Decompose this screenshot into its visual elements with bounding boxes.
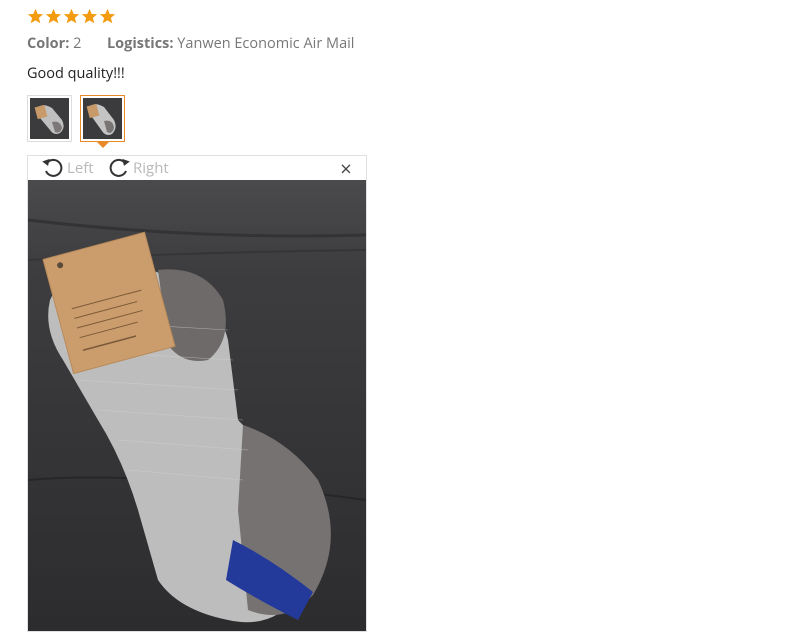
selected-caret [96, 142, 109, 148]
rotate-left-label: Left [67, 158, 94, 178]
photo-viewer: Left Right × [27, 155, 367, 632]
close-icon: × [340, 155, 352, 182]
color-label: Color: [27, 34, 70, 53]
logistics-label: Logistics: [106, 34, 174, 53]
viewer-toolbar: Left Right × [28, 156, 366, 181]
logistics-value: Yanwen Economic Air Mail [177, 34, 355, 53]
star-icon [27, 8, 44, 24]
order-info: Color: 2 Logistics: Yanwen Economic Air … [27, 34, 354, 53]
star-icon [63, 8, 80, 24]
review-photo-large [28, 180, 366, 631]
star-icon [99, 8, 116, 24]
rotate-left-icon [42, 158, 63, 177]
thumbnail-2[interactable] [80, 95, 125, 148]
rotate-right-button[interactable]: Right [106, 156, 169, 180]
thumbnail-image [30, 98, 69, 139]
star-icon [45, 8, 62, 24]
photo-thumbnails [27, 95, 125, 148]
color-value: 2 [73, 34, 82, 53]
rotate-left-button[interactable]: Left [40, 156, 94, 180]
star-icon [81, 8, 98, 24]
rotate-right-icon [109, 158, 130, 177]
review-comment: Good quality!!! [27, 64, 125, 83]
rotate-right-label: Right [133, 158, 169, 178]
star-rating [27, 8, 116, 26]
close-button[interactable]: × [338, 159, 354, 179]
thumbnail-1[interactable] [27, 95, 72, 142]
thumbnail-image [83, 98, 122, 139]
